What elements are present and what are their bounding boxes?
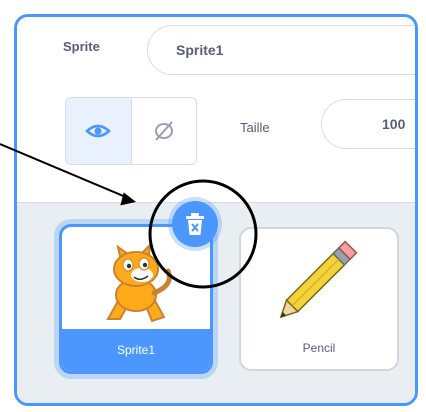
pencil-costume-icon xyxy=(279,240,358,319)
sprite-tile-name: Sprite1 xyxy=(62,329,210,371)
sprite-tile-name: Pencil xyxy=(302,341,336,355)
eye-slash-icon xyxy=(154,121,173,141)
sprite-info-pane: Sprite Sprite1 Taille 100 xyxy=(17,17,415,202)
sprite-name-value: Sprite1 xyxy=(176,42,224,58)
sprite-tile-pencil[interactable]: Pencil xyxy=(239,227,399,371)
size-field[interactable]: 100 xyxy=(321,99,415,149)
eye-icon xyxy=(85,124,112,138)
visibility-toggle xyxy=(65,97,197,165)
trash-icon xyxy=(186,213,204,235)
hide-sprite-button[interactable] xyxy=(132,98,197,164)
sprite-pane-frame: Sprite Sprite1 Taille 100 Sprite1 Pencil xyxy=(14,14,418,406)
delete-sprite-button[interactable] xyxy=(172,201,218,247)
size-value: 100 xyxy=(382,116,406,132)
show-sprite-button[interactable] xyxy=(66,98,132,164)
sprite-name-label: Sprite xyxy=(63,39,100,54)
size-label: Taille xyxy=(240,120,270,135)
sprite-name-field[interactable]: Sprite1 xyxy=(147,25,415,75)
